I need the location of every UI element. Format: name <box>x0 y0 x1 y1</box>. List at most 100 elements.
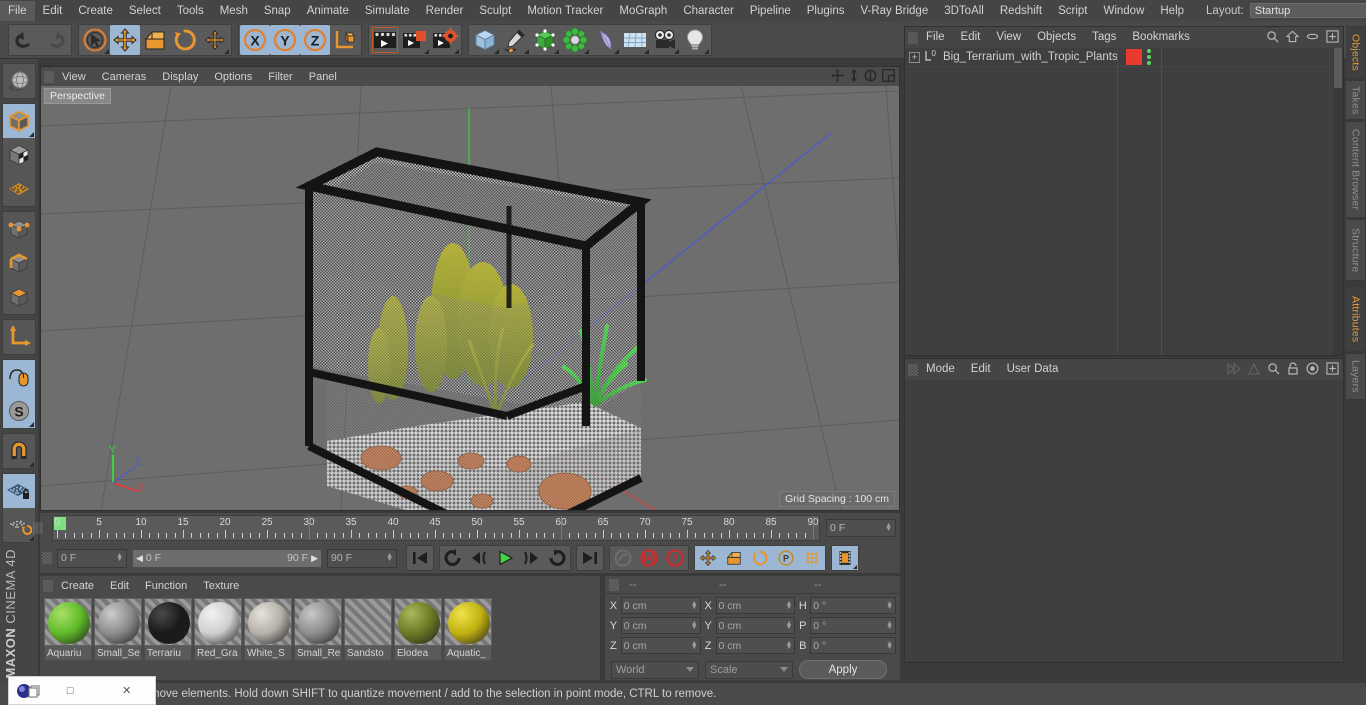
range-end-arrow-icon[interactable]: ▶ <box>311 553 318 564</box>
tab-content-browser[interactable]: Content Browser <box>1346 121 1366 218</box>
menu-item-simulate[interactable]: Simulate <box>357 1 418 21</box>
panel-grip-icon[interactable] <box>609 578 619 591</box>
previous-frame-button[interactable] <box>466 546 492 570</box>
render-settings-button[interactable] <box>430 25 460 55</box>
target-icon[interactable] <box>1306 362 1319 378</box>
panel-grip-icon[interactable] <box>33 522 43 534</box>
add-array-button[interactable] <box>560 25 590 55</box>
attributes-manager-body[interactable] <box>905 380 1343 662</box>
spinner-icon[interactable]: ▲ ▼ <box>386 552 393 563</box>
snap-magnet-button[interactable] <box>3 434 35 468</box>
panel-grip-icon[interactable] <box>42 552 52 564</box>
play-backwards-loop-button[interactable] <box>440 546 466 570</box>
object-menu-item-view[interactable]: View <box>988 28 1029 47</box>
material-menu-item-texture[interactable]: Texture <box>195 577 247 595</box>
tab-layers[interactable]: Layers <box>1346 353 1366 400</box>
viewport-menu-item-view[interactable]: View <box>54 68 94 86</box>
coordinate-system-select[interactable]: World <box>611 660 699 679</box>
visibility-dots-icon[interactable] <box>1146 49 1151 65</box>
material-item[interactable]: Terrariu <box>144 598 192 661</box>
material-item[interactable]: Aquatic_ <box>444 598 492 661</box>
move-tool[interactable] <box>110 24 140 55</box>
autokeying-button[interactable] <box>636 546 662 570</box>
material-item[interactable]: Elodea <box>394 598 442 661</box>
material-item[interactable]: Red_Gra <box>194 598 242 661</box>
record-active-objects-button[interactable] <box>610 546 636 570</box>
keyframe-selection-button[interactable]: ? <box>662 546 688 570</box>
add-camera-button[interactable] <box>650 25 680 55</box>
restore-button[interactable]: □ <box>42 685 99 697</box>
next-frame-button[interactable] <box>518 546 544 570</box>
material-item[interactable]: Small_Rе <box>294 598 342 661</box>
go-to-start-button[interactable] <box>407 546 433 570</box>
size-mode-select[interactable]: Scale <box>705 660 793 679</box>
menu-item-mograph[interactable]: MoGraph <box>611 1 675 21</box>
redo-button[interactable] <box>40 25 70 55</box>
coord-input-position-z[interactable]: 0 cm ▲ ▼ <box>620 637 701 654</box>
menu-item-3dtoall[interactable]: 3DToAll <box>936 1 992 21</box>
viewport-menu-item-options[interactable]: Options <box>206 68 260 86</box>
coord-input-rotation-b[interactable]: 0 ° ▲ ▼ <box>810 637 897 654</box>
material-preview[interactable] <box>444 598 492 646</box>
rotate-tool[interactable] <box>170 25 200 55</box>
material-preview[interactable] <box>44 598 92 646</box>
material-preview[interactable] <box>344 598 392 646</box>
viewport-menu-item-filter[interactable]: Filter <box>260 68 300 86</box>
edges-mode-button[interactable] <box>3 246 35 280</box>
coord-input-size-x[interactable]: 0 cm ▲ ▼ <box>715 597 796 614</box>
add-floor-button[interactable] <box>620 25 650 55</box>
spinner-icon[interactable]: ▲ ▼ <box>885 522 892 533</box>
coord-input-size-y[interactable]: 0 cm ▲ ▼ <box>715 617 796 634</box>
lock-icon[interactable] <box>1287 362 1299 378</box>
panel-grip-icon[interactable] <box>44 70 54 83</box>
go-to-end-button[interactable] <box>577 546 603 570</box>
point-level-animation-button[interactable] <box>799 546 825 570</box>
menu-item-motion-tracker[interactable]: Motion Tracker <box>519 1 611 21</box>
material-preview[interactable] <box>394 598 442 646</box>
scale-key-button[interactable] <box>721 546 747 570</box>
current-frame-field[interactable]: 0 F ▲ ▼ <box>57 548 127 568</box>
menu-item-file[interactable]: File <box>0 0 35 21</box>
material-item[interactable]: Sandsto <box>344 598 392 661</box>
menu-item-plugins[interactable]: Plugins <box>799 1 853 21</box>
add-cube-button[interactable] <box>470 25 500 55</box>
points-mode-button[interactable] <box>3 212 35 246</box>
expand-toggle-icon[interactable]: + <box>909 51 920 63</box>
range-start-arrow-icon[interactable]: ◀ <box>136 553 143 564</box>
timeline-range-field[interactable]: ◀ 0 F 90 F ▶ <box>132 548 322 568</box>
material-menu-item-create[interactable]: Create <box>53 577 102 595</box>
close-button[interactable]: ✕ <box>99 684 156 697</box>
attributes-menu-item-edit[interactable]: Edit <box>963 360 999 379</box>
workplane-mode-button[interactable] <box>3 172 35 206</box>
spinner-icon[interactable]: ▲ ▼ <box>786 600 793 611</box>
menu-item-v-ray-bridge[interactable]: V-Ray Bridge <box>852 1 936 21</box>
spinner-icon[interactable]: ▲ ▼ <box>786 620 793 631</box>
y-axis-lock[interactable]: Y <box>270 24 300 55</box>
play-button[interactable] <box>492 546 518 570</box>
home-icon[interactable] <box>1285 30 1300 46</box>
material-preview[interactable] <box>94 598 142 646</box>
object-menu-item-edit[interactable]: Edit <box>953 28 989 47</box>
viewport-canvas[interactable]: Perspective Y X Z Grid Spacing: 100 cm <box>41 86 899 510</box>
material-preview[interactable] <box>194 598 242 646</box>
coord-input-position-y[interactable]: 0 cm ▲ ▼ <box>620 617 701 634</box>
material-menu-item-edit[interactable]: Edit <box>102 577 137 595</box>
object-manager-scrollbar[interactable] <box>1333 48 1343 355</box>
material-tag-icon[interactable] <box>1125 49 1142 65</box>
menu-item-create[interactable]: Create <box>70 1 121 21</box>
add-light-button[interactable] <box>680 25 710 55</box>
play-forwards-loop-button[interactable] <box>544 546 570 570</box>
layout-select[interactable]: Startup <box>1249 3 1366 18</box>
menu-item-sculpt[interactable]: Sculpt <box>471 1 519 21</box>
search-icon[interactable] <box>1266 30 1279 46</box>
object-axis-mode-button[interactable] <box>3 320 35 354</box>
dolly-view-icon[interactable] <box>849 69 859 85</box>
render-view-button[interactable] <box>370 25 400 55</box>
planar-workplane-button[interactable] <box>3 508 35 542</box>
panel-grip-icon[interactable] <box>908 363 918 376</box>
menu-item-snap[interactable]: Snap <box>256 1 299 21</box>
scale-tool[interactable] <box>140 25 170 55</box>
add-generator-button[interactable] <box>530 25 560 55</box>
timeline-toggle-button[interactable] <box>832 546 858 570</box>
attributes-menu-item-user-data[interactable]: User Data <box>999 360 1067 379</box>
